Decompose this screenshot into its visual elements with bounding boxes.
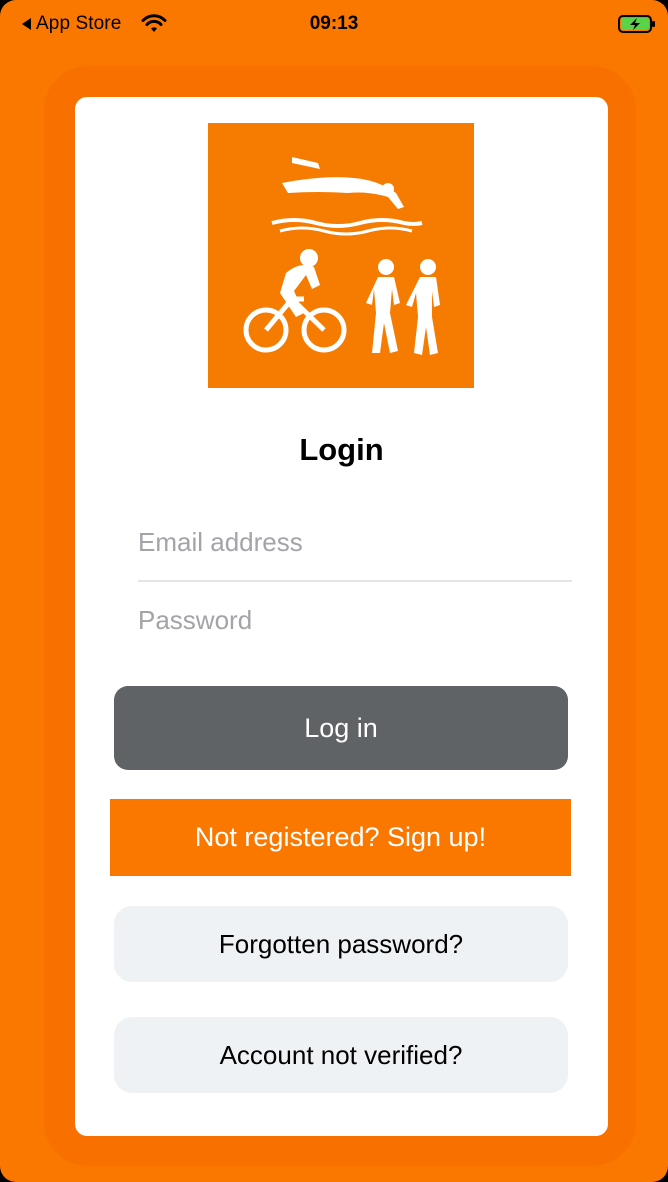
triathlon-logo-icon [208, 123, 474, 388]
back-arrow-icon[interactable] [22, 18, 31, 30]
signup-button[interactable]: Not registered? Sign up! [110, 799, 571, 876]
status-time: 09:13 [309, 13, 359, 34]
battery-charging-icon [618, 14, 658, 34]
email-field[interactable] [138, 520, 572, 564]
field-divider [138, 580, 572, 582]
forgot-password-button[interactable]: Forgotten password? [114, 906, 568, 982]
back-to-app-store[interactable]: App Store [36, 13, 121, 35]
password-field[interactable] [138, 598, 572, 642]
account-not-verified-button[interactable]: Account not verified? [114, 1017, 568, 1093]
status-bar: App Store 09:13 [0, 0, 668, 52]
wifi-icon [141, 12, 167, 34]
page-title: Login [299, 432, 384, 467]
app-screen: App Store 09:13 Login Email address Log … [0, 0, 668, 1182]
login-button[interactable]: Log in [114, 686, 568, 770]
